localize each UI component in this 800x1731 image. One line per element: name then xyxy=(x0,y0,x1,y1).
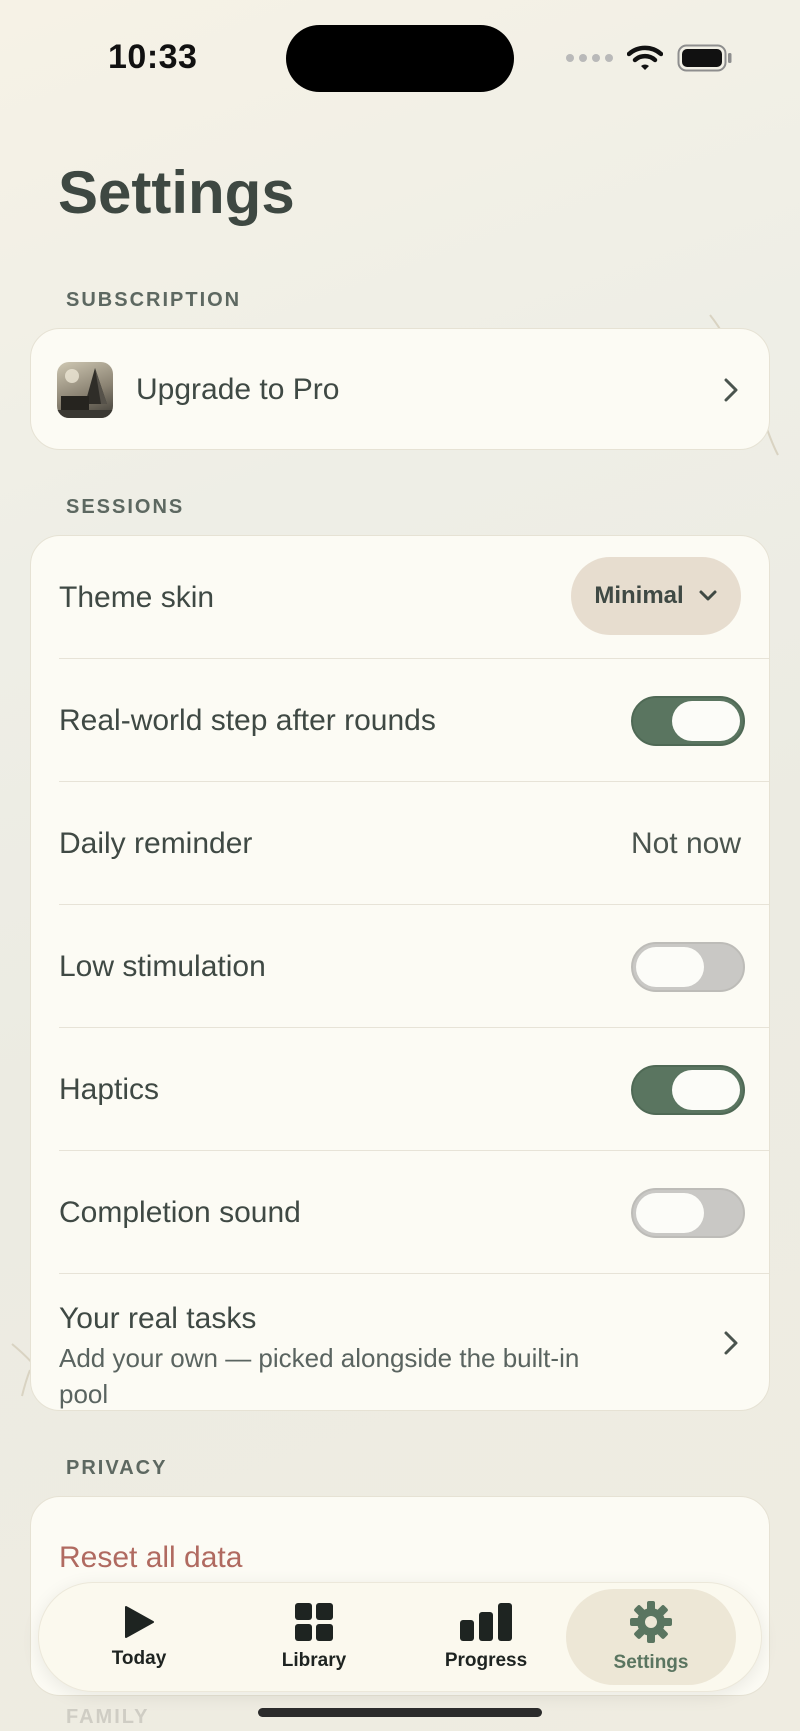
tab-progress[interactable]: Progress xyxy=(401,1583,571,1691)
theme-skin-row: Theme skin Minimal xyxy=(31,536,769,659)
theme-skin-dropdown[interactable]: Minimal xyxy=(571,557,741,635)
low-stimulation-label: Low stimulation xyxy=(59,949,266,983)
tab-bar: Today Library Progress Settings xyxy=(38,1582,762,1692)
real-world-step-toggle[interactable] xyxy=(631,695,745,746)
battery-icon xyxy=(677,44,732,72)
haptics-toggle[interactable] xyxy=(631,1064,745,1115)
real-tasks-subtitle: Add your own — picked alongside the buil… xyxy=(59,1343,580,1409)
completion-sound-label: Completion sound xyxy=(59,1195,301,1229)
tab-settings[interactable]: Settings xyxy=(566,1589,736,1685)
chevron-right-icon xyxy=(724,378,738,402)
real-tasks-title: Your real tasks xyxy=(59,1302,257,1335)
tab-progress-label: Progress xyxy=(444,1650,528,1671)
toggle-knob xyxy=(636,1192,704,1233)
app-art-icon xyxy=(57,362,113,418)
toggle-knob xyxy=(672,700,740,741)
bar-chart-icon xyxy=(460,1603,512,1641)
subscription-card: Upgrade to Pro xyxy=(30,328,770,450)
section-header-privacy: PRIVACY xyxy=(66,1457,168,1479)
real-world-step-row: Real-world step after rounds xyxy=(31,659,769,782)
toggle-knob xyxy=(636,946,704,987)
section-header-subscription: SUBSCRIPTION xyxy=(66,289,242,311)
completion-sound-row: Completion sound xyxy=(31,1151,769,1274)
chevron-right-icon xyxy=(724,1331,738,1355)
chevron-down-icon xyxy=(699,590,717,601)
status-bar: 10:33 xyxy=(0,0,800,110)
play-icon xyxy=(125,1606,154,1638)
low-stimulation-row: Low stimulation xyxy=(31,905,769,1028)
page-title: Settings xyxy=(58,159,295,226)
theme-skin-label: Theme skin xyxy=(59,580,215,614)
status-icons xyxy=(566,44,733,72)
dynamic-island xyxy=(286,25,514,92)
real-world-step-label: Real-world step after rounds xyxy=(59,703,436,737)
tab-library-label: Library xyxy=(281,1650,347,1671)
grid-icon xyxy=(295,1603,333,1641)
low-stimulation-toggle[interactable] xyxy=(631,941,745,992)
section-header-sessions: SESSIONS xyxy=(66,496,185,518)
upgrade-to-pro-row[interactable]: Upgrade to Pro xyxy=(31,329,769,449)
theme-skin-value: Minimal xyxy=(594,582,684,609)
daily-reminder-label: Daily reminder xyxy=(59,826,253,860)
haptics-row: Haptics xyxy=(31,1028,769,1151)
cellular-signal-icon xyxy=(566,54,613,62)
reset-all-data-label: Reset all data xyxy=(59,1541,243,1574)
tab-today-label: Today xyxy=(111,1648,167,1669)
upgrade-label: Upgrade to Pro xyxy=(136,373,340,406)
tab-library[interactable]: Library xyxy=(229,1583,399,1691)
wifi-icon xyxy=(627,45,663,70)
status-time: 10:33 xyxy=(108,38,198,76)
completion-sound-toggle[interactable] xyxy=(631,1187,745,1238)
toggle-knob xyxy=(672,1069,740,1110)
daily-reminder-value[interactable]: Not now xyxy=(631,827,741,861)
tab-settings-label: Settings xyxy=(613,1652,689,1673)
sessions-card: Theme skin Minimal Real-world step after… xyxy=(30,535,770,1411)
home-indicator xyxy=(258,1708,542,1717)
daily-reminder-row[interactable]: Daily reminder Not now xyxy=(31,782,769,905)
gear-icon xyxy=(630,1601,672,1643)
section-header-family: FAMILY xyxy=(66,1706,150,1728)
haptics-label: Haptics xyxy=(59,1072,160,1106)
tab-today[interactable]: Today xyxy=(54,1583,224,1691)
your-real-tasks-row[interactable]: Your real tasks Add your own — picked al… xyxy=(31,1274,769,1410)
